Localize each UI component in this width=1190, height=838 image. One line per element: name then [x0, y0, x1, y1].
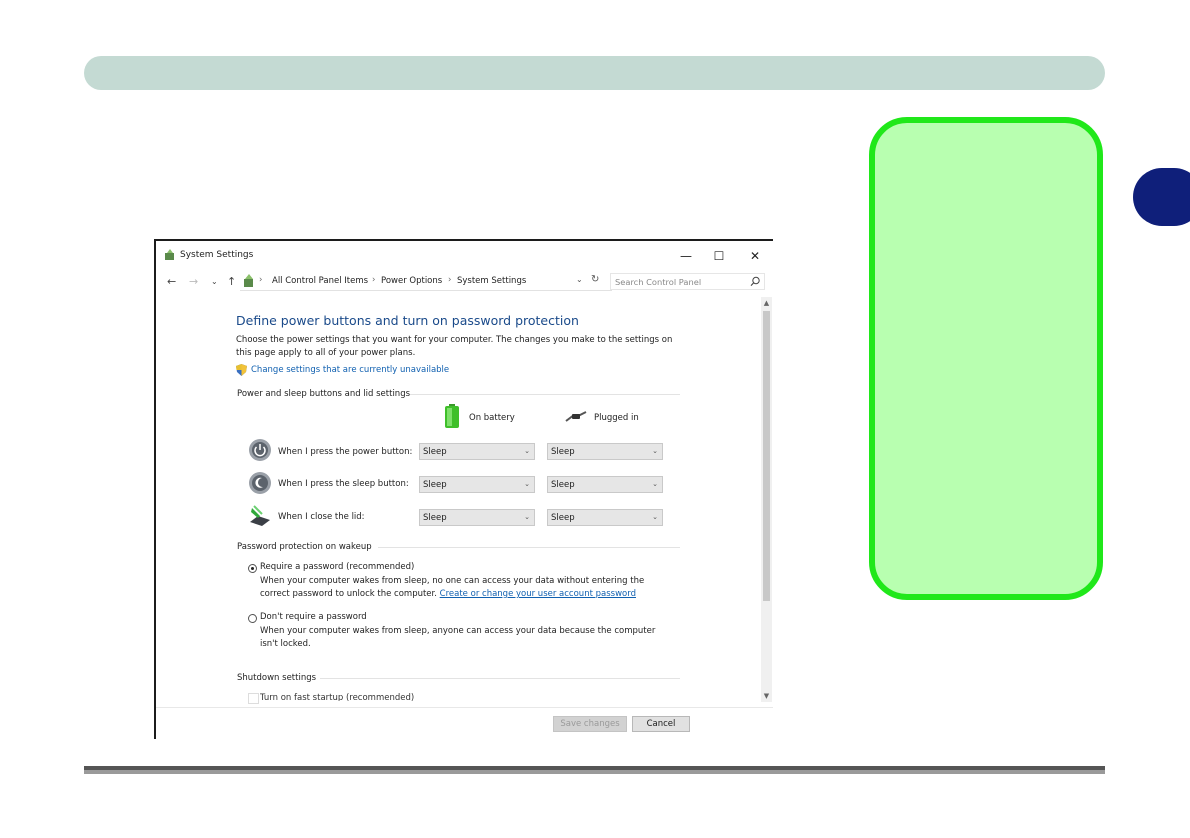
up-arrow-icon[interactable]: ↑ [227, 275, 236, 289]
breadcrumb-separator-icon: › [448, 275, 452, 285]
search-icon[interactable] [750, 276, 761, 287]
sleep-button-icon [249, 472, 271, 494]
dont-require-password-description: When your computer wakes from sleep, any… [260, 626, 656, 649]
plugged-in-label: Plugged in [594, 413, 639, 423]
dont-require-password-radio[interactable] [248, 614, 257, 623]
dont-require-password-label[interactable]: Don't require a password [260, 612, 367, 622]
create-password-link[interactable]: Create or change your user account passw… [440, 589, 636, 599]
fast-startup-label[interactable]: Turn on fast startup (recommended) [260, 693, 414, 701]
section-divider [410, 394, 680, 395]
fast-startup-checkbox[interactable] [248, 693, 259, 704]
chevron-down-icon: ⌄ [524, 513, 530, 521]
lid-plugged-in-select[interactable]: Sleep ⌄ [547, 509, 663, 526]
scroll-up-arrow-icon[interactable]: ▲ [761, 297, 772, 309]
save-changes-button[interactable]: Save changes [553, 716, 627, 732]
lid-row-label: When I close the lid: [278, 512, 365, 522]
dialog-footer: Save changes Cancel [156, 707, 773, 739]
search-input[interactable]: Search Control Panel [610, 273, 765, 290]
power-button-icon [249, 439, 271, 461]
require-password-description: When your computer wakes from sleep, no … [260, 576, 645, 599]
page-description: Choose the power settings that you want … [236, 335, 673, 358]
page-title: Define power buttons and turn on passwor… [236, 313, 579, 328]
power-button-plugged-in-select[interactable]: Sleep ⌄ [547, 443, 663, 460]
search-placeholder: Search Control Panel [615, 277, 702, 287]
address-dropdown-chevron-icon[interactable]: ⌄ [576, 275, 583, 284]
change-unavailable-settings-link[interactable]: Change settings that are currently unava… [251, 365, 449, 375]
system-settings-window: System Settings — ☐ ✕ ← → ⌄ ↑ › All Cont… [154, 239, 773, 739]
chapter-tab [1133, 168, 1190, 226]
require-password-label[interactable]: Require a password (recommended) [260, 562, 414, 572]
breadcrumb-power-options[interactable]: Power Options [381, 276, 442, 286]
power-button-row-label: When I press the power button: [278, 447, 413, 457]
power-section-title: Power and sleep buttons and lid settings [237, 389, 411, 399]
laptop-lid-icon [250, 505, 270, 526]
lid-on-battery-select[interactable]: Sleep ⌄ [419, 509, 535, 526]
chevron-down-icon: ⌄ [524, 480, 530, 488]
forward-arrow-icon[interactable]: → [189, 275, 198, 289]
cancel-button[interactable]: Cancel [632, 716, 690, 732]
maximize-button[interactable]: ☐ [704, 246, 734, 266]
chevron-down-icon: ⌄ [652, 513, 658, 521]
breadcrumb-separator-icon: › [372, 275, 376, 285]
scroll-down-arrow-icon[interactable]: ▼ [761, 690, 772, 702]
section-divider [320, 678, 680, 679]
sleep-button-row-label: When I press the sleep button: [278, 479, 409, 489]
minimize-button[interactable]: — [671, 246, 701, 266]
breadcrumb-separator-icon: › [259, 275, 263, 285]
sleep-button-on-battery-select[interactable]: Sleep ⌄ [419, 476, 535, 493]
chevron-down-icon: ⌄ [524, 447, 530, 455]
chevron-down-icon: ⌄ [652, 480, 658, 488]
password-section-title: Password protection on wakeup [237, 542, 372, 552]
recent-locations-chevron-icon[interactable]: ⌄ [211, 275, 218, 289]
vertical-scrollbar[interactable]: ▲ ▼ [761, 297, 772, 702]
require-password-radio[interactable] [248, 564, 257, 573]
section-divider [378, 547, 680, 548]
control-panel-icon [244, 274, 253, 287]
control-panel-icon [165, 249, 174, 260]
power-plug-icon [565, 411, 587, 422]
chevron-down-icon: ⌄ [652, 447, 658, 455]
breadcrumb-system-settings[interactable]: System Settings [457, 276, 526, 286]
close-button[interactable]: ✕ [740, 246, 770, 266]
back-arrow-icon[interactable]: ← [167, 275, 176, 289]
footer-rule [84, 766, 1105, 774]
title-bar: System Settings — ☐ ✕ [156, 241, 773, 269]
scroll-thumb[interactable] [763, 311, 770, 601]
battery-icon [445, 404, 459, 428]
window-title: System Settings [180, 250, 254, 260]
note-box [869, 117, 1103, 600]
header-bar [84, 56, 1105, 90]
refresh-icon[interactable]: ↻ [591, 274, 599, 285]
sleep-button-plugged-in-select[interactable]: Sleep ⌄ [547, 476, 663, 493]
address-bar: ← → ⌄ ↑ › All Control Panel Items › Powe… [156, 271, 773, 293]
breadcrumb[interactable]: › All Control Panel Items › Power Option… [240, 273, 612, 291]
shutdown-section-title: Shutdown settings [237, 673, 317, 683]
uac-shield-icon [236, 364, 247, 376]
on-battery-label: On battery [469, 413, 515, 423]
breadcrumb-all-control-panel-items[interactable]: All Control Panel Items [272, 276, 368, 286]
power-button-on-battery-select[interactable]: Sleep ⌄ [419, 443, 535, 460]
